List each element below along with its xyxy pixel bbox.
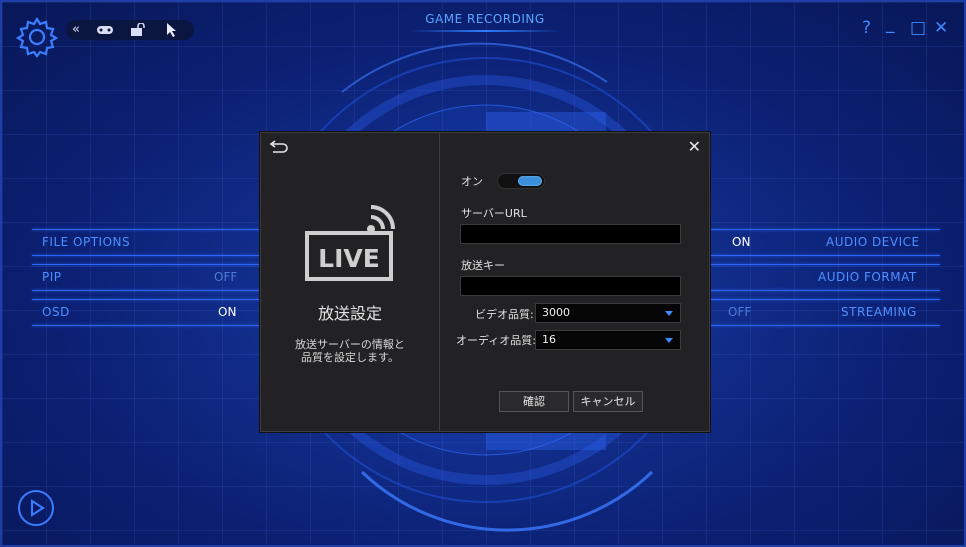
hud-line — [710, 325, 940, 326]
video-quality-select[interactable]: 3000 — [535, 303, 681, 323]
audio-quality-label: オーディオ品質: — [456, 334, 536, 347]
hud-line — [32, 299, 262, 300]
app-window: GAME RECORDING « ? _ □ ✕ FILE OPTIONS PI… — [0, 0, 966, 547]
hud-line — [32, 290, 262, 291]
hud-line — [710, 229, 940, 230]
stream-key-input[interactable] — [460, 276, 681, 296]
confirm-button[interactable]: 確認 — [499, 391, 569, 412]
toggle-label: オン — [461, 175, 483, 188]
hud-line — [32, 325, 262, 326]
video-quality-value: 3000 — [542, 306, 570, 319]
chevron-down-icon — [665, 311, 673, 316]
video-quality-label: ビデオ品質: — [475, 308, 534, 321]
server-url-input[interactable] — [460, 224, 681, 244]
question-icon[interactable]: ? — [862, 18, 871, 38]
maximize-icon[interactable]: □ — [910, 18, 926, 38]
audio-quality-value: 16 — [542, 333, 556, 346]
description-line-1: 放送サーバーの情報と — [295, 338, 405, 351]
cursor-icon[interactable] — [166, 22, 178, 38]
close-icon[interactable]: ✕ — [934, 18, 948, 38]
dialog-description: 放送サーバーの情報と 品質を設定します。 — [281, 338, 419, 364]
hud-line — [710, 299, 940, 300]
cancel-button[interactable]: キャンセル — [573, 391, 643, 412]
description-line-2: 品質を設定します。 — [301, 351, 399, 364]
pip-value[interactable]: OFF — [214, 270, 237, 284]
dialog-close-icon[interactable]: ✕ — [688, 139, 701, 155]
osd-value[interactable]: ON — [218, 305, 236, 319]
hud-line — [32, 229, 262, 230]
dialog-divider — [439, 133, 440, 431]
file-options-label[interactable]: FILE OPTIONS — [42, 235, 130, 249]
chevron-down-icon — [665, 338, 673, 343]
quick-toolbar: « — [66, 20, 194, 40]
pip-label[interactable]: PIP — [42, 270, 62, 284]
minimize-icon[interactable]: _ — [886, 14, 895, 34]
play-icon — [31, 499, 45, 517]
live-text: LIVE — [318, 244, 380, 273]
streaming-value[interactable]: OFF — [728, 305, 751, 319]
audio-device-label[interactable]: AUDIO DEVICE — [826, 235, 920, 249]
hud-line — [710, 290, 940, 291]
audio-device-value[interactable]: ON — [732, 235, 750, 249]
hud-line — [710, 255, 940, 256]
audio-format-label[interactable]: AUDIO FORMAT — [818, 270, 917, 284]
dialog-title: 放送設定 — [317, 304, 382, 323]
server-url-label: サーバーURL — [461, 207, 527, 220]
app-title: GAME RECORDING — [425, 12, 545, 26]
title-underline — [410, 30, 560, 32]
back-arrow-icon[interactable] — [269, 139, 289, 153]
double-chevron-left-icon[interactable]: « — [72, 22, 80, 38]
streaming-label[interactable]: STREAMING — [841, 305, 917, 319]
broadcast-settings-dialog: ✕ LIVE 放送設定 放送サーバーの情報と 品質を設定します。 オン サーバー… — [260, 132, 710, 432]
live-broadcast-icon: LIVE — [305, 205, 395, 281]
hud-line — [710, 264, 940, 265]
broadcast-toggle[interactable] — [497, 173, 545, 189]
lock-icon[interactable] — [130, 23, 146, 37]
stream-key-label: 放送キー — [461, 259, 505, 272]
audio-quality-select[interactable]: 16 — [535, 330, 681, 350]
gamepad-icon[interactable] — [96, 25, 114, 35]
toggle-knob — [518, 176, 542, 186]
hud-line — [32, 264, 262, 265]
play-button[interactable] — [18, 490, 54, 526]
gear-icon[interactable] — [16, 16, 58, 58]
osd-label[interactable]: OSD — [42, 305, 70, 319]
hud-line — [32, 255, 262, 256]
